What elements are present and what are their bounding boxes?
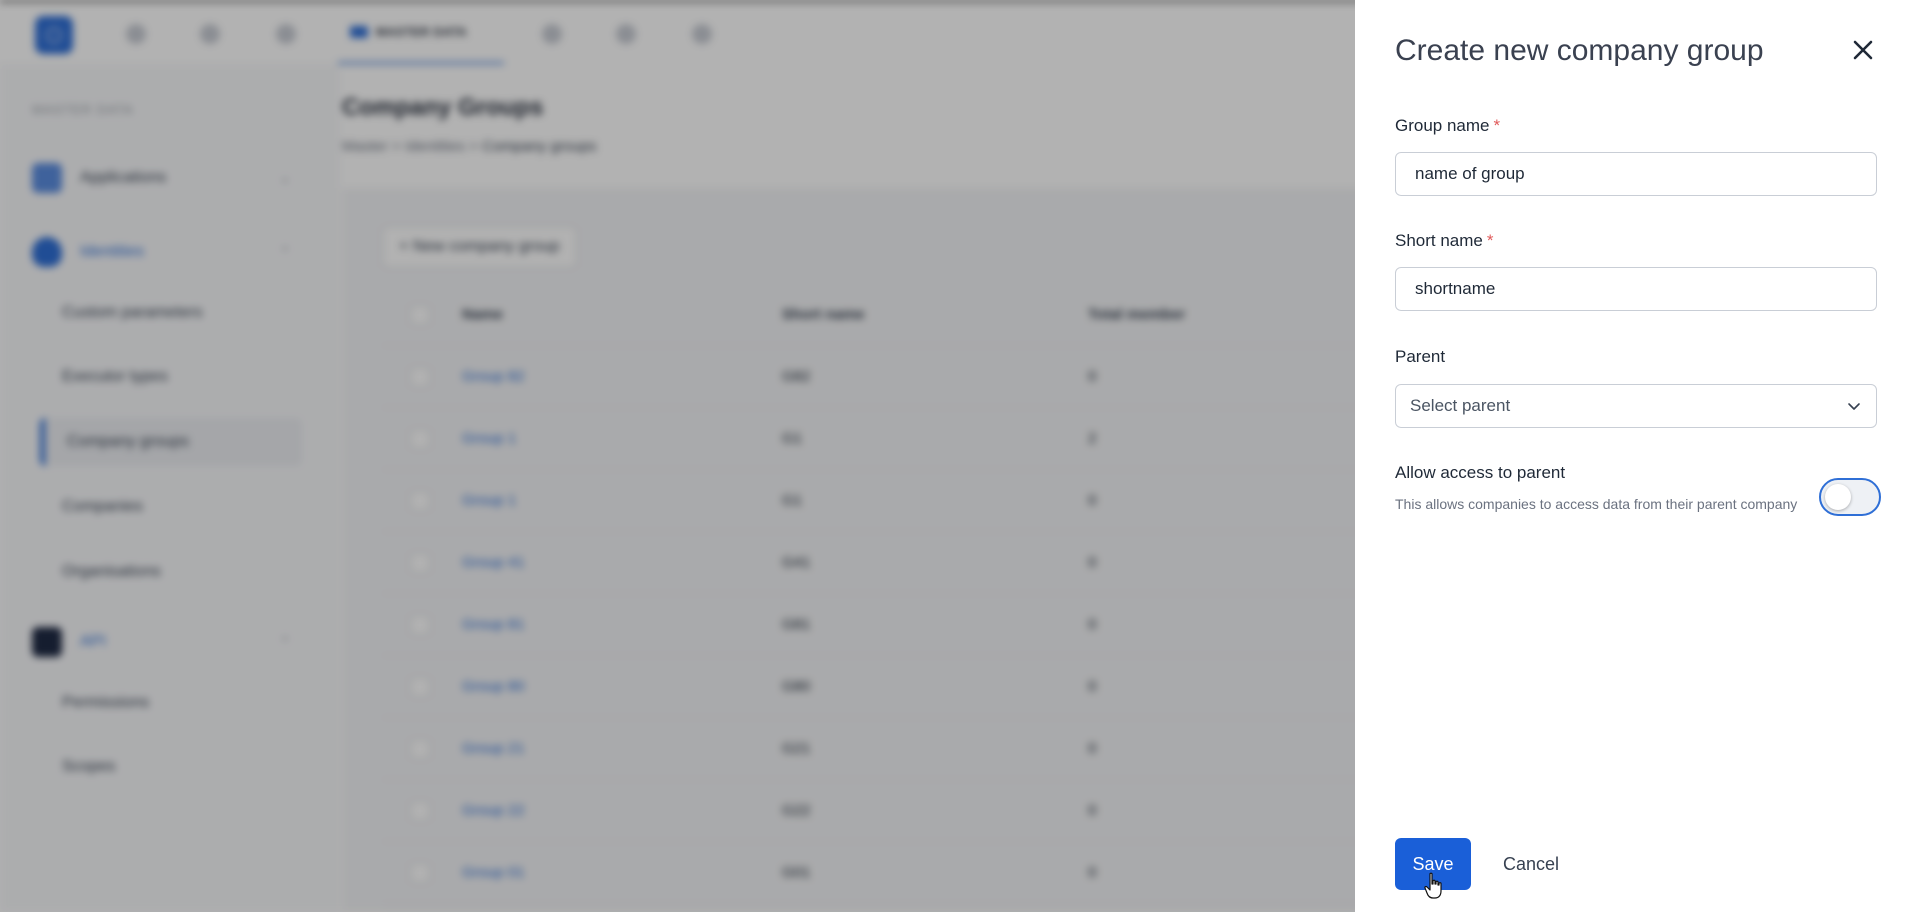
allow-access-description: This allows companies to access data fro… — [1395, 496, 1798, 512]
chevron-down-icon — [1848, 403, 1860, 410]
short-name-label: Short name * — [1395, 231, 1494, 251]
cancel-button[interactable]: Cancel — [1495, 838, 1567, 890]
parent-select[interactable]: Select parent — [1395, 384, 1877, 428]
short-name-input[interactable] — [1395, 267, 1877, 311]
save-button[interactable]: Save — [1395, 838, 1471, 890]
toggle-knob — [1825, 484, 1851, 510]
required-mark: * — [1486, 231, 1494, 250]
required-mark: * — [1493, 116, 1501, 135]
group-name-input[interactable] — [1395, 152, 1877, 196]
group-name-label-text: Group name — [1395, 116, 1490, 135]
allow-access-label: Allow access to parent — [1395, 463, 1566, 482]
close-button[interactable] — [1843, 30, 1883, 70]
parent-label: Parent — [1395, 347, 1446, 366]
parent-select-placeholder: Select parent — [1410, 396, 1511, 415]
group-name-label: Group name * — [1395, 116, 1500, 136]
short-name-label-text: Short name — [1395, 231, 1483, 250]
close-icon — [1853, 40, 1873, 60]
create-company-group-drawer: Create new company group Group name* Sho… — [1355, 0, 1916, 912]
drawer-title: Create new company group — [1395, 34, 1764, 67]
allow-access-toggle[interactable] — [1819, 478, 1881, 516]
